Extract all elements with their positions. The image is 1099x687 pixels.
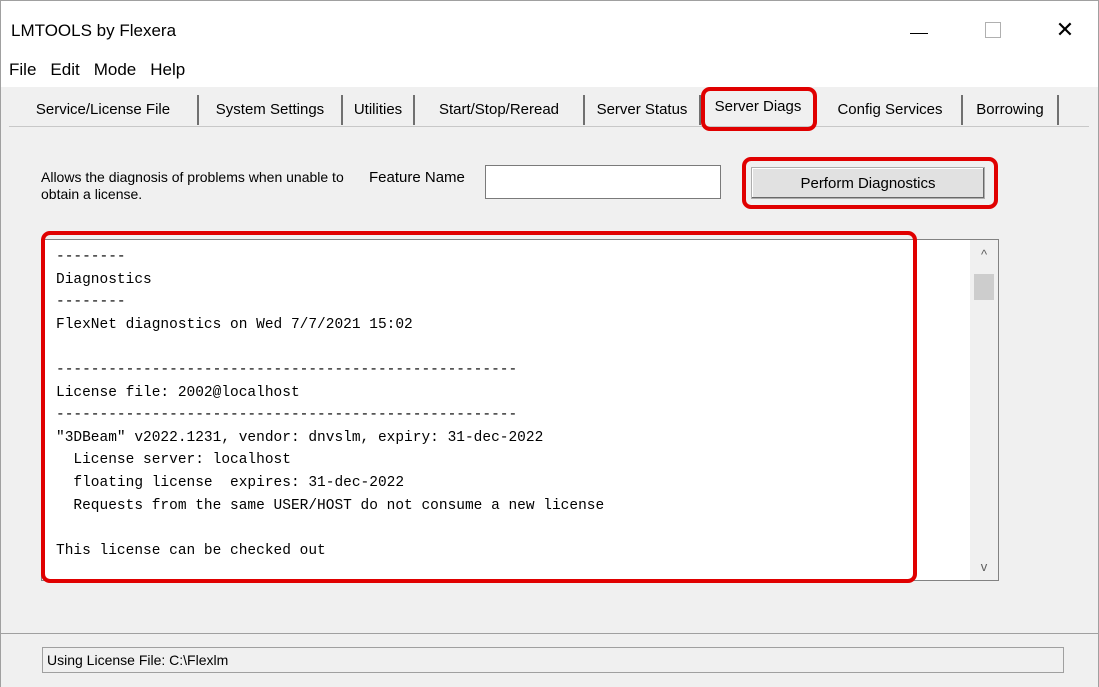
scroll-up-icon[interactable]: ^ [970, 242, 998, 266]
tab-service-license-file[interactable]: Service/License File [9, 95, 199, 125]
close-button[interactable]: ✕ [1042, 15, 1088, 45]
menu-mode[interactable]: Mode [88, 60, 143, 80]
scroll-down-icon[interactable]: v [970, 554, 998, 578]
lmtools-window: LMTOOLS by Flexera ✕ File Edit Mode Help… [0, 0, 1099, 687]
menu-bar: File Edit Mode Help [1, 53, 1098, 87]
diagnosis-description: Allows the diagnosis of problems when un… [41, 169, 344, 202]
title-bar: LMTOOLS by Flexera ✕ [1, 1, 1098, 53]
close-icon: ✕ [1055, 17, 1075, 42]
tab-borrowing[interactable]: Borrowing [963, 95, 1059, 125]
maximize-button[interactable] [970, 15, 1016, 45]
window-title: LMTOOLS by Flexera [11, 21, 177, 40]
tab-utilities[interactable]: Utilities [343, 95, 415, 125]
tab-start-stop-reread[interactable]: Start/Stop/Reread [415, 95, 585, 125]
tab-config-services[interactable]: Config Services [819, 95, 963, 125]
maximize-icon [985, 22, 1001, 38]
highlight-diagnostics-output [41, 231, 917, 583]
tab-system-settings[interactable]: System Settings [199, 95, 343, 125]
output-scrollbar[interactable]: ^ v [970, 240, 998, 580]
minimize-button[interactable] [896, 15, 942, 45]
feature-name-input[interactable] [485, 165, 721, 199]
highlight-server-diags-tab [701, 87, 817, 131]
license-file-status: Using License File: C:\Flexlm [42, 647, 1064, 673]
menu-edit[interactable]: Edit [44, 60, 85, 80]
menu-help[interactable]: Help [144, 60, 191, 80]
status-bar: Using License File: C:\Flexlm [1, 633, 1098, 687]
minimize-icon [910, 32, 928, 34]
scroll-thumb[interactable] [974, 274, 994, 300]
tab-server-status[interactable]: Server Status [585, 95, 701, 125]
highlight-perform-diagnostics [742, 157, 998, 209]
menu-file[interactable]: File [3, 60, 42, 80]
feature-name-label: Feature Name [369, 169, 465, 186]
